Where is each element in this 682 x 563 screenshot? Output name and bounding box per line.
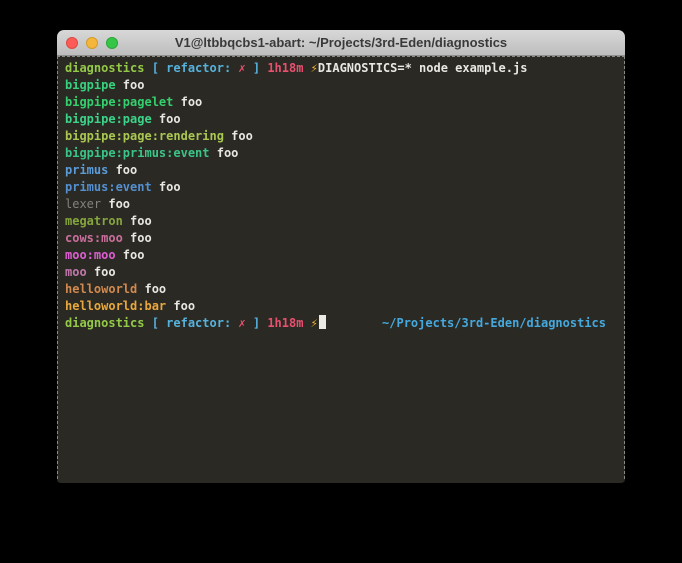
line-left-text: bigpipe:page:rendering foo	[65, 129, 253, 143]
line-left-text: bigpipe:pagelet foo	[65, 95, 202, 109]
terminal-line: megatron foo	[65, 213, 624, 230]
terminal-window: V1@ltbbqcbs1-abart: ~/Projects/3rd-Eden/…	[57, 30, 625, 483]
text-segment: foo	[159, 112, 181, 126]
line-left-text: cows:moo foo	[65, 231, 152, 245]
line-left-text: bigpipe foo	[65, 78, 144, 92]
text-segment: [ refactor:	[152, 316, 239, 330]
text-segment: bigpipe:page:rendering	[65, 129, 231, 143]
line-left-text: bigpipe:page foo	[65, 112, 181, 126]
terminal-line: bigpipe:pagelet foo	[65, 94, 624, 111]
terminal-line: primus foo	[65, 162, 624, 179]
terminal-line: bigpipe foo	[65, 77, 624, 94]
text-segment: foo	[94, 265, 116, 279]
terminal-line: cows:moo foo	[65, 230, 624, 247]
text-segment: 1h18m	[267, 61, 310, 75]
text-segment: bigpipe	[65, 78, 123, 92]
text-segment: megatron	[65, 214, 130, 228]
terminal-line: moo foo	[65, 264, 624, 281]
text-segment: foo	[130, 214, 152, 228]
text-segment: helloworld:bar	[65, 299, 173, 313]
text-segment: primus	[65, 163, 116, 177]
line-left-text: diagnostics [ refactor: ✗ ] 1h18m ⚡	[65, 315, 326, 332]
text-segment: primus:event	[65, 180, 159, 194]
text-segment: lexer	[65, 197, 108, 211]
line-left-text: helloworld:bar foo	[65, 299, 195, 313]
traffic-lights	[66, 30, 118, 55]
text-segment: [ refactor:	[152, 61, 239, 75]
minimize-button[interactable]	[86, 37, 98, 49]
text-segment: cows:moo	[65, 231, 130, 245]
text-segment: ✗	[238, 61, 252, 75]
desktop-background: V1@ltbbqcbs1-abart: ~/Projects/3rd-Eden/…	[0, 0, 682, 563]
text-segment: moo	[65, 265, 94, 279]
text-segment: ⚡	[311, 61, 318, 75]
text-segment: DIAGNOSTICS=* node example.js	[318, 61, 528, 75]
window-title: V1@ltbbqcbs1-abart: ~/Projects/3rd-Eden/…	[175, 35, 507, 50]
text-segment: bigpipe:page	[65, 112, 159, 126]
titlebar[interactable]: V1@ltbbqcbs1-abart: ~/Projects/3rd-Eden/…	[57, 30, 625, 56]
line-left-text: primus foo	[65, 163, 137, 177]
terminal-line: diagnostics [ refactor: ✗ ] 1h18m ⚡DIAGN…	[65, 60, 624, 77]
terminal-line: bigpipe:primus:event foo	[65, 145, 624, 162]
text-segment: ]	[253, 61, 267, 75]
text-segment: ]	[253, 316, 267, 330]
text-segment: foo	[181, 95, 203, 109]
terminal-screen[interactable]: diagnostics [ refactor: ✗ ] 1h18m ⚡DIAGN…	[57, 56, 625, 483]
text-segment: diagnostics	[65, 61, 152, 75]
text-segment: helloworld	[65, 282, 144, 296]
text-segment: foo	[123, 78, 145, 92]
terminal-line: helloworld:bar foo	[65, 298, 624, 315]
terminal-line: diagnostics [ refactor: ✗ ] 1h18m ⚡ ~/Pro…	[65, 315, 624, 332]
line-left-text: primus:event foo	[65, 180, 181, 194]
terminal-line: primus:event foo	[65, 179, 624, 196]
terminal-line: lexer foo	[65, 196, 624, 213]
terminal-cursor	[319, 315, 326, 329]
text-segment: foo	[159, 180, 181, 194]
text-segment: foo	[108, 197, 130, 211]
line-right-text: ~/Projects/3rd-Eden/diagnostics	[382, 315, 606, 332]
close-button[interactable]	[66, 37, 78, 49]
text-segment: bigpipe:primus:event	[65, 146, 217, 160]
text-segment: ⚡	[311, 316, 318, 330]
text-segment: ✗	[238, 316, 252, 330]
text-segment: foo	[173, 299, 195, 313]
text-segment: foo	[123, 248, 145, 262]
line-left-text: diagnostics [ refactor: ✗ ] 1h18m ⚡DIAGN…	[65, 61, 527, 75]
terminal-line: moo:moo foo	[65, 247, 624, 264]
text-segment: ~/Projects/3rd-Eden/diagnostics	[382, 316, 606, 330]
text-segment: foo	[231, 129, 253, 143]
text-segment: foo	[116, 163, 138, 177]
text-segment: foo	[130, 231, 152, 245]
line-left-text: bigpipe:primus:event foo	[65, 146, 238, 160]
terminal-line: bigpipe:page foo	[65, 111, 624, 128]
line-left-text: moo:moo foo	[65, 248, 144, 262]
line-left-text: helloworld foo	[65, 282, 166, 296]
line-left-text: megatron foo	[65, 214, 152, 228]
terminal-line: bigpipe:page:rendering foo	[65, 128, 624, 145]
text-segment: 1h18m	[267, 316, 310, 330]
text-segment: bigpipe:pagelet	[65, 95, 181, 109]
text-segment: foo	[217, 146, 239, 160]
line-left-text: moo foo	[65, 265, 116, 279]
line-left-text: lexer foo	[65, 197, 130, 211]
terminal-line: helloworld foo	[65, 281, 624, 298]
text-segment: foo	[144, 282, 166, 296]
text-segment: moo:moo	[65, 248, 123, 262]
text-segment: diagnostics	[65, 316, 152, 330]
zoom-button[interactable]	[106, 37, 118, 49]
